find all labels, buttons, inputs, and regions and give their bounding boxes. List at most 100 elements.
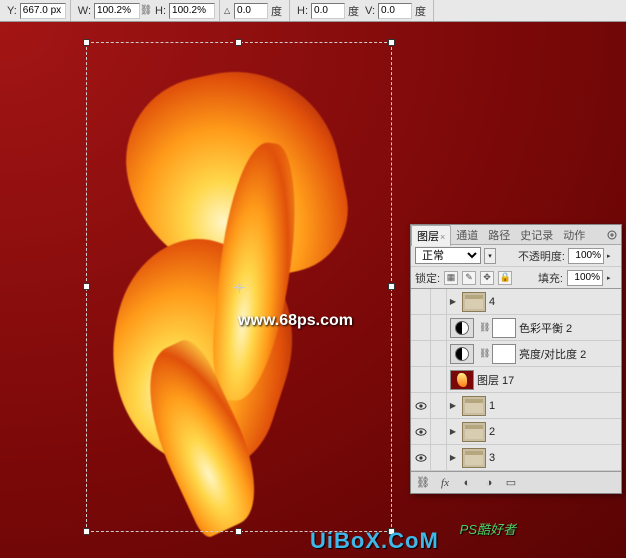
layer-row[interactable]: ▶ 2 (411, 419, 621, 445)
visibility-toggle[interactable] (411, 315, 431, 340)
blend-opacity-row: 正常 ▾ 不透明度: ▸ (411, 245, 621, 267)
link-col[interactable] (431, 315, 447, 340)
tab-actions[interactable]: 动作 (558, 225, 590, 245)
opacity-label: 不透明度: (518, 248, 565, 264)
transform-bounding-box[interactable] (86, 42, 392, 532)
layer-name[interactable]: 1 (489, 400, 495, 412)
add-mask-icon[interactable]: ◐ (459, 475, 475, 491)
link-col[interactable] (431, 289, 447, 314)
link-col[interactable] (431, 367, 447, 392)
transform-center-icon[interactable] (233, 281, 245, 293)
h-label: H: (152, 5, 169, 17)
transform-handle-tm[interactable] (235, 39, 242, 46)
lock-position-icon[interactable]: ✥ (480, 271, 494, 285)
link-layers-icon[interactable]: ⛓ (415, 475, 431, 491)
layer-thumb (450, 370, 474, 390)
lock-pixels-icon[interactable]: ✎ (462, 271, 476, 285)
visibility-toggle[interactable] (411, 419, 431, 444)
layer-name[interactable]: 色彩平衡 2 (519, 320, 572, 336)
fill-input[interactable] (567, 270, 603, 286)
angle-input[interactable] (234, 3, 268, 19)
watermark-url-1: www.68ps.com (238, 312, 353, 330)
adjustment-thumb (450, 344, 474, 364)
transform-handle-tr[interactable] (388, 39, 395, 46)
lock-transparency-icon[interactable]: ▦ (444, 271, 458, 285)
layer-name[interactable]: 4 (489, 296, 495, 308)
transform-handle-tl[interactable] (83, 39, 90, 46)
skew-h-unit: 度 (345, 3, 362, 19)
new-group-icon[interactable]: ▭ (503, 475, 519, 491)
visibility-toggle[interactable] (411, 289, 431, 314)
panel-menu-icon[interactable] (603, 230, 621, 240)
w-label: W: (75, 5, 94, 17)
tab-paths[interactable]: 路径 (483, 225, 515, 245)
layer-row[interactable]: ⛓ 亮度/对比度 2 (411, 341, 621, 367)
mask-link-icon[interactable]: ⛓ (479, 348, 487, 359)
skew-v-input[interactable] (378, 3, 412, 19)
layer-row[interactable]: ▶ 4 (411, 289, 621, 315)
mask-thumb[interactable] (492, 344, 516, 364)
blend-mode-select[interactable]: 正常 (415, 247, 481, 264)
close-icon[interactable]: × (439, 232, 445, 242)
panel-footer: ⛓ fx ◐ ◑ ▭ (411, 471, 621, 493)
y-label: Y: (4, 5, 20, 17)
transform-handle-mr[interactable] (388, 283, 395, 290)
lock-label: 锁定: (415, 270, 440, 286)
eye-icon (415, 453, 427, 463)
layer-name[interactable]: 图层 17 (477, 372, 514, 388)
mask-thumb[interactable] (492, 318, 516, 338)
adjustment-layer-icon[interactable]: ◑ (481, 475, 497, 491)
link-wh-icon[interactable]: ⛓ (140, 4, 152, 18)
layer-row[interactable]: 图层 17 (411, 367, 621, 393)
link-col[interactable] (431, 419, 447, 444)
visibility-toggle[interactable] (411, 367, 431, 392)
lock-all-icon[interactable]: 🔒 (498, 271, 512, 285)
tab-channels[interactable]: 通道 (451, 225, 483, 245)
link-col[interactable] (431, 341, 447, 366)
folder-arrow-icon[interactable]: ▶ (447, 453, 459, 462)
folder-arrow-icon[interactable]: ▶ (447, 297, 459, 306)
transform-handle-ml[interactable] (83, 283, 90, 290)
fill-slider-icon[interactable]: ▸ (607, 274, 617, 282)
visibility-toggle[interactable] (411, 393, 431, 418)
folder-arrow-icon[interactable]: ▶ (447, 427, 459, 436)
opacity-input[interactable] (568, 248, 604, 264)
w-input[interactable] (94, 3, 140, 19)
folder-icon (462, 422, 486, 442)
tab-layers[interactable]: 图层× (411, 225, 451, 246)
visibility-toggle[interactable] (411, 341, 431, 366)
skew-v-unit: 度 (412, 3, 429, 19)
folder-icon (462, 292, 486, 312)
panel-tabs: 图层× 通道 路径 史记录 动作 (411, 225, 621, 245)
opacity-slider-icon[interactable]: ▸ (607, 252, 617, 260)
layer-name[interactable]: 3 (489, 452, 495, 464)
layers-panel: 图层× 通道 路径 史记录 动作 正常 ▾ 不透明度: ▸ 锁定: ▦ ✎ ✥ … (410, 224, 622, 494)
visibility-toggle[interactable] (411, 445, 431, 470)
eye-icon (415, 401, 427, 411)
fill-label: 填充: (538, 270, 563, 286)
folder-icon (462, 448, 486, 468)
layer-row[interactable]: ⛓ 色彩平衡 2 (411, 315, 621, 341)
skew-v-label: V: (362, 5, 378, 17)
skew-h-input[interactable] (311, 3, 345, 19)
transform-handle-bl[interactable] (83, 528, 90, 535)
folder-arrow-icon[interactable]: ▶ (447, 401, 459, 410)
skew-h-label: H: (294, 5, 311, 17)
mask-link-icon[interactable]: ⛓ (479, 322, 487, 333)
lock-row: 锁定: ▦ ✎ ✥ 🔒 填充: ▸ (411, 267, 621, 289)
watermark-logo: PS酷好者 (460, 519, 516, 538)
transform-options-bar: Y: W: ⛓ H: △ 度 H: 度 V: 度 (0, 0, 626, 22)
link-col[interactable] (431, 393, 447, 418)
layer-name[interactable]: 亮度/对比度 2 (519, 346, 586, 362)
transform-handle-bm[interactable] (235, 528, 242, 535)
chevron-down-icon[interactable]: ▾ (484, 248, 496, 264)
link-col[interactable] (431, 445, 447, 470)
folder-icon (462, 396, 486, 416)
tab-history[interactable]: 史记录 (515, 225, 558, 245)
y-input[interactable] (20, 3, 66, 19)
layer-row[interactable]: ▶ 1 (411, 393, 621, 419)
fx-icon[interactable]: fx (437, 475, 453, 491)
h-input[interactable] (169, 3, 215, 19)
layer-row[interactable]: ▶ 3 (411, 445, 621, 471)
layer-name[interactable]: 2 (489, 426, 495, 438)
